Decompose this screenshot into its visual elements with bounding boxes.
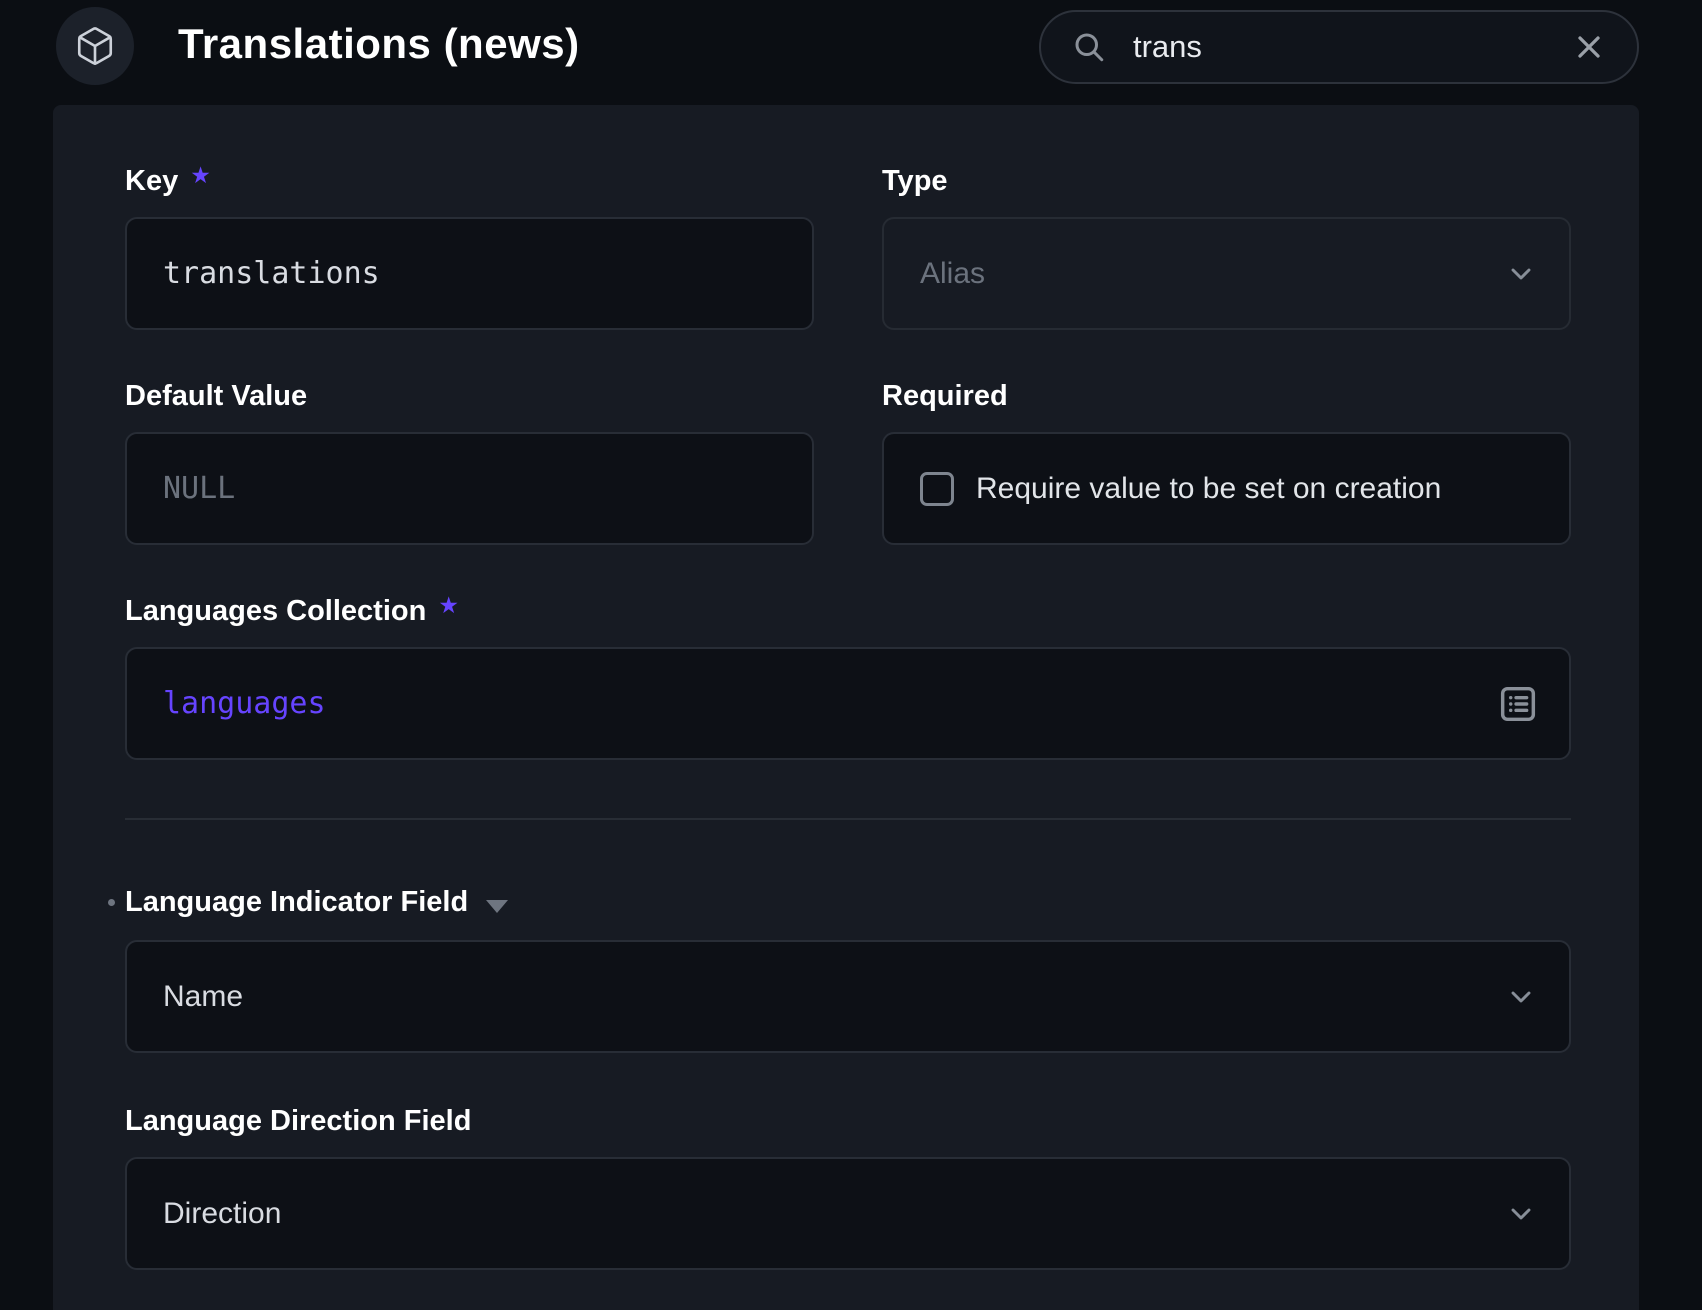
- key-value: translations: [127, 256, 380, 291]
- language-direction-label: Language Direction Field: [125, 1103, 1571, 1139]
- chevron-down-icon: [1505, 981, 1537, 1013]
- clear-search-icon[interactable]: [1571, 29, 1607, 65]
- search-icon: [1071, 29, 1107, 65]
- language-direction-select[interactable]: Direction: [125, 1157, 1571, 1270]
- required-box: Require value to be set on creation: [882, 432, 1571, 545]
- page-title: Translations (news): [178, 20, 580, 68]
- field-default-value: Default Value NULL: [125, 378, 814, 545]
- required-star-icon: ★: [438, 588, 459, 624]
- type-label: Type: [882, 163, 1571, 199]
- field-languages-collection: Languages Collection ★ languages: [125, 593, 1571, 760]
- type-select[interactable]: Alias: [882, 217, 1571, 330]
- search-value[interactable]: trans: [1133, 29, 1571, 65]
- default-value-label: Default Value: [125, 378, 814, 414]
- type-value: Alias: [884, 257, 985, 291]
- required-star-icon: ★: [190, 158, 211, 194]
- default-value-input[interactable]: NULL: [125, 432, 814, 545]
- default-value-placeholder: NULL: [127, 471, 235, 506]
- required-checkbox[interactable]: [920, 472, 954, 506]
- section-divider: [125, 818, 1571, 820]
- list-alt-icon[interactable]: [1495, 681, 1541, 727]
- field-language-direction: Language Direction Field Direction: [125, 1103, 1571, 1270]
- key-input[interactable]: translations: [125, 217, 814, 330]
- field-required: Required Require value to be set on crea…: [882, 378, 1571, 545]
- key-label: Key ★: [125, 163, 814, 199]
- field-key: Key ★ translations: [125, 163, 814, 330]
- language-direction-value: Direction: [127, 1197, 281, 1231]
- language-indicator-value: Name: [127, 980, 243, 1014]
- search-input[interactable]: trans: [1039, 10, 1639, 84]
- field-settings-panel: Key ★ translations Type Alias: [53, 105, 1639, 1310]
- chevron-down-icon: [1505, 258, 1537, 290]
- languages-collection-input[interactable]: languages: [125, 647, 1571, 760]
- box-3d-icon: [74, 25, 116, 67]
- language-indicator-label: Language Indicator Field: [125, 884, 1571, 920]
- chevron-down-icon: [1505, 1198, 1537, 1230]
- field-language-indicator: Language Indicator Field Name: [125, 884, 1571, 1053]
- collection-icon-button[interactable]: [56, 7, 134, 85]
- app-header: Translations (news) trans: [0, 0, 1702, 105]
- triangle-down-icon[interactable]: [486, 900, 508, 913]
- edited-dot-icon: [108, 899, 115, 906]
- languages-collection-value: languages: [127, 686, 326, 721]
- required-label: Required: [882, 378, 1571, 414]
- required-checkbox-label[interactable]: Require value to be set on creation: [976, 472, 1441, 506]
- field-type: Type Alias: [882, 163, 1571, 330]
- languages-collection-label: Languages Collection ★: [125, 593, 1571, 629]
- language-indicator-select[interactable]: Name: [125, 940, 1571, 1053]
